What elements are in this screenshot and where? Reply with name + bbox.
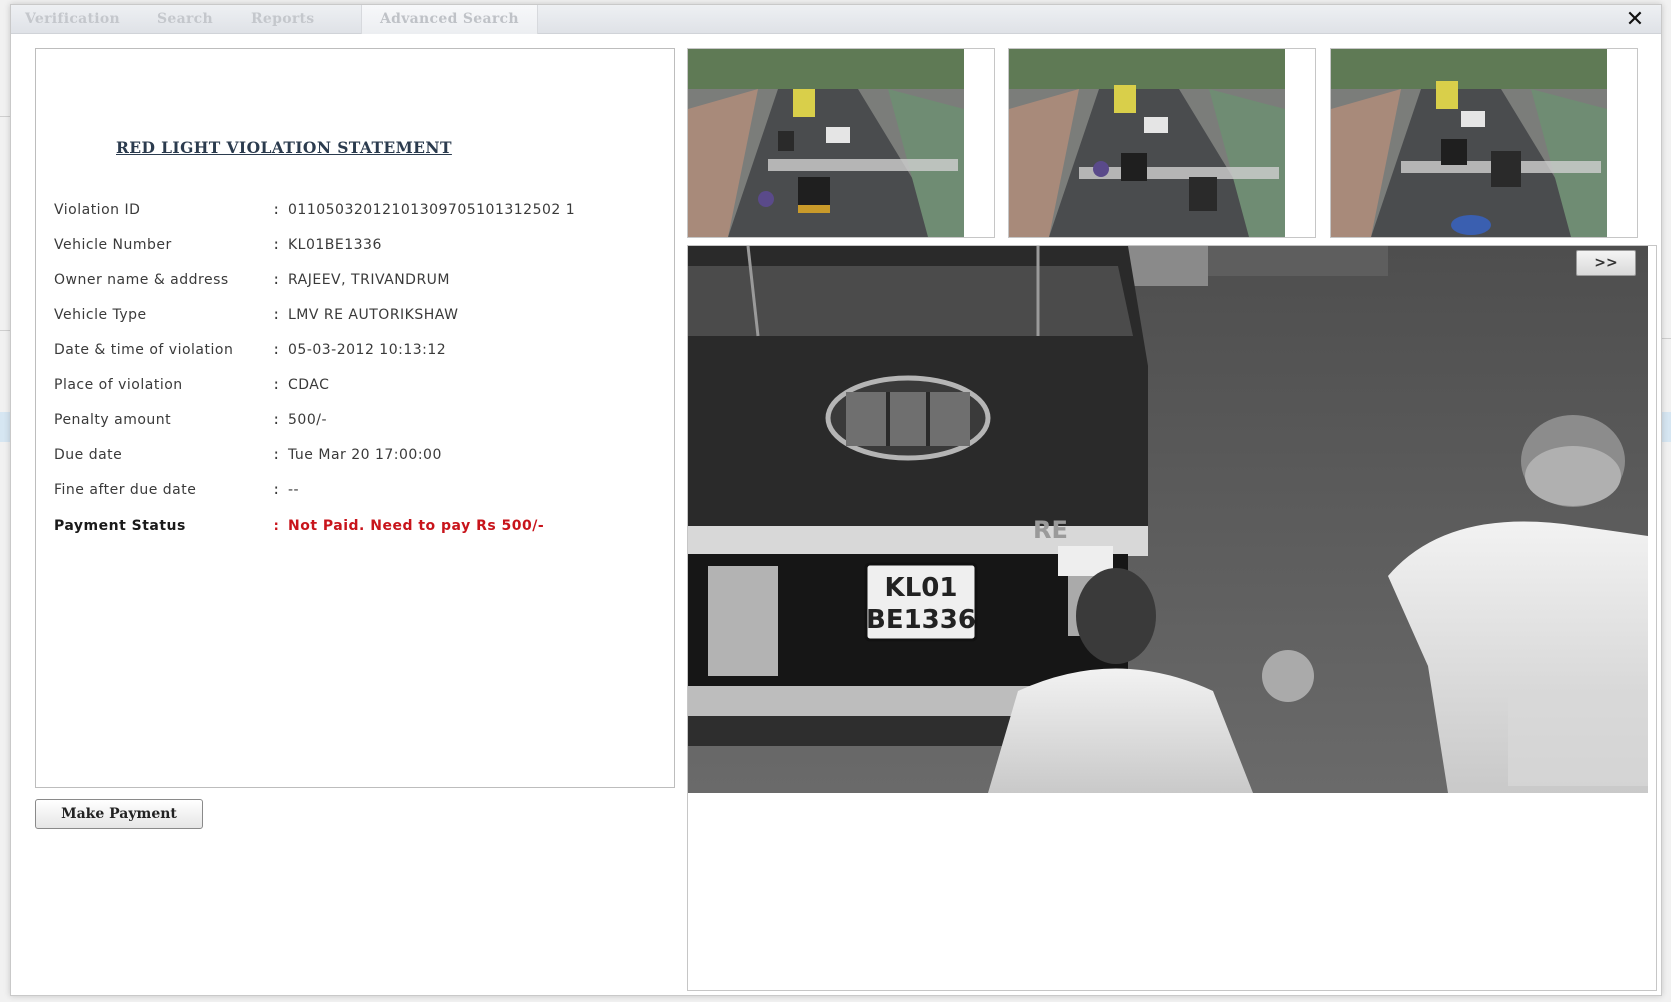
statement-panel: RED LIGHT VIOLATION STATEMENT Violation … — [35, 48, 675, 788]
row-label: Vehicle Number — [54, 237, 172, 253]
row-label: Place of violation — [54, 377, 183, 393]
next-image-button[interactable]: >> — [1576, 250, 1636, 276]
row-colon: : — [272, 272, 281, 288]
row-label: Due date — [54, 447, 123, 463]
make-payment-button[interactable]: Make Payment — [35, 799, 203, 829]
row-colon: : — [272, 447, 281, 463]
row-value: 01105032012101309705101312502 1 — [288, 202, 576, 218]
row-colon: : — [272, 202, 281, 218]
row-label: Violation ID — [54, 202, 141, 218]
row-value: Tue Mar 20 17:00:00 — [288, 447, 442, 463]
row-colon: : — [272, 412, 281, 428]
plate-line-1: KL01 — [885, 573, 958, 603]
close-icon[interactable]: ✕ — [1623, 8, 1647, 32]
tab-search[interactable]: Search — [157, 5, 213, 34]
row-label: Date & time of violation — [54, 342, 234, 358]
row-value: KL01BE1336 — [288, 237, 382, 253]
main-image-panel: RE KL01 BE1336 >> — [687, 245, 1657, 991]
plate-photo: RE KL01 BE1336 — [688, 246, 1648, 793]
row-label: Fine after due date — [54, 482, 197, 498]
row-value: LMV RE AUTORIKSHAW — [288, 307, 459, 323]
violation-modal: Verification Search Reports Advanced Sea… — [10, 4, 1662, 996]
statement-title: RED LIGHT VIOLATION STATEMENT — [116, 138, 452, 157]
tab-advanced-search[interactable]: Advanced Search — [361, 5, 538, 34]
thumbnail-2[interactable] — [1008, 48, 1316, 238]
row-value: -- — [288, 482, 300, 498]
thumbnail-image — [1009, 49, 1285, 237]
tab-verification[interactable]: Verification — [25, 5, 120, 34]
thumbnail-3[interactable] — [1330, 48, 1638, 238]
row-label: Payment Status — [54, 518, 186, 534]
thumbnail-image — [1331, 49, 1607, 237]
row-label: Owner name & address — [54, 272, 229, 288]
row-colon: : — [272, 518, 281, 534]
row-colon: : — [272, 377, 281, 393]
plate-line-2: BE1336 — [866, 605, 976, 635]
tab-bar: Verification Search Reports Advanced Sea… — [11, 5, 1661, 34]
traffic-photo-2 — [1009, 49, 1285, 237]
traffic-photo-3 — [1331, 49, 1607, 237]
row-label: Vehicle Type — [54, 307, 147, 323]
thumbnail-1[interactable] — [687, 48, 995, 238]
row-value: CDAC — [288, 377, 330, 393]
plate-closeup-image: RE KL01 BE1336 >> — [688, 246, 1648, 793]
tab-reports[interactable]: Reports — [251, 5, 315, 34]
traffic-photo-1 — [688, 49, 964, 237]
row-label: Penalty amount — [54, 412, 172, 428]
row-colon: : — [272, 237, 281, 253]
row-colon: : — [272, 342, 281, 358]
thumbnail-image — [688, 49, 964, 237]
row-colon: : — [272, 482, 281, 498]
vehicle-badge: RE — [1033, 516, 1068, 544]
row-colon: : — [272, 307, 281, 323]
row-value: RAJEEV, TRIVANDRUM — [288, 272, 451, 288]
row-value: 05-03-2012 10:13:12 — [288, 342, 447, 358]
payment-status-value: Not Paid. Need to pay Rs 500/- — [288, 518, 545, 534]
row-value: 500/- — [288, 412, 327, 428]
